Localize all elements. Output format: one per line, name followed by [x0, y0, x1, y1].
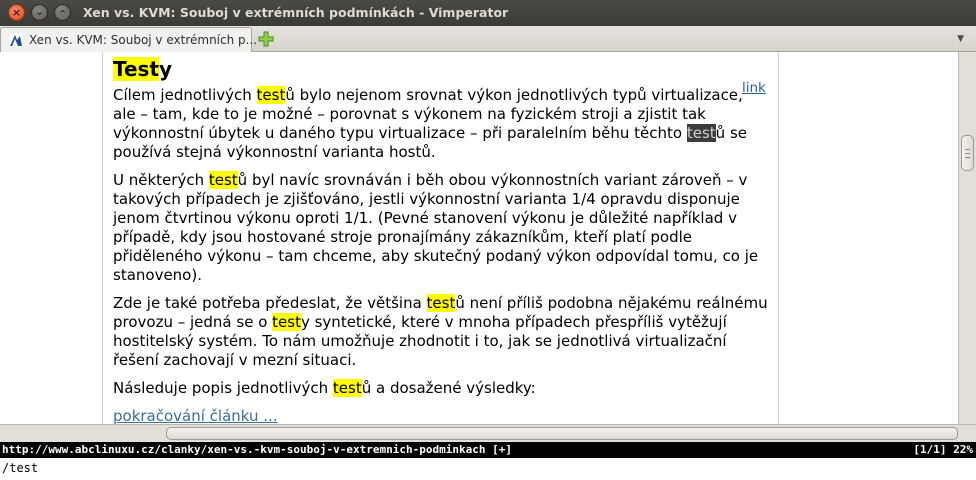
maximize-icon: ⌃ — [57, 7, 68, 21]
search-match: test — [256, 86, 286, 104]
vertical-scroll-thumb[interactable] — [961, 135, 974, 171]
paragraph-2: U některých testů byl navíc srovnáván i … — [113, 171, 759, 284]
tab-bar: Xen vs. KVM: Souboj v extrémních p... ▼ — [0, 26, 976, 52]
close-icon: × — [11, 6, 22, 19]
window-minimize-button[interactable]: ⌄ — [31, 4, 48, 21]
left-column — [0, 52, 103, 424]
tab-label: Xen vs. KVM: Souboj v extrémních p... — [29, 33, 258, 47]
section-heading: Testy — [113, 57, 173, 81]
continue-reading-link[interactable]: pokračování článku ... — [113, 407, 278, 425]
active-search-match: test — [686, 124, 716, 142]
window-close-button[interactable]: × — [8, 4, 25, 21]
command-line[interactable]: /test — [0, 458, 976, 480]
section-anchor-link[interactable]: link — [742, 80, 766, 96]
new-tab-button[interactable] — [256, 29, 276, 49]
status-line: http://www.abclinuxu.cz/clanky/xen-vs.-k… — [0, 442, 976, 458]
window-maximize-button[interactable]: ⌃ — [54, 4, 71, 21]
status-position: [1/1] 22% — [913, 443, 973, 456]
grip-line — [965, 157, 970, 158]
tab-scroll-right-icon[interactable]: ▼ — [957, 34, 964, 44]
grip-line — [965, 153, 970, 154]
tab-active[interactable]: Xen vs. KVM: Souboj v extrémních p... — [0, 27, 257, 52]
search-match: test — [426, 294, 456, 312]
new-tab-plus-icon — [258, 31, 274, 47]
search-match: test — [208, 171, 238, 189]
status-url: http://www.abclinuxu.cz/clanky/xen-vs.-k… — [2, 443, 512, 456]
minimize-icon: ⌄ — [34, 4, 45, 18]
horizontal-scroll-thumb[interactable] — [166, 427, 958, 440]
horizontal-scrollbar[interactable] — [0, 424, 976, 442]
command-input[interactable]: /test — [2, 458, 38, 478]
window-title: Xen vs. KVM: Souboj v extrémních podmínk… — [83, 5, 509, 20]
search-match: test — [272, 313, 301, 331]
paragraph-4: Následuje popis jednotlivých testů a dos… — [113, 379, 536, 397]
search-match: test — [332, 379, 362, 397]
article-body: Testy Cílem jednotlivých testů bylo neje… — [113, 56, 768, 435]
grip-line — [965, 149, 970, 150]
search-match: Test — [113, 57, 160, 81]
site-favicon — [9, 33, 23, 47]
vertical-scrollbar[interactable] — [958, 52, 976, 424]
paragraph-3: Zde je také potřeba předeslat, že většin… — [113, 294, 768, 369]
page-viewport: Testy Cílem jednotlivých testů bylo neje… — [0, 52, 958, 425]
right-column — [778, 52, 958, 424]
paragraph-1: Cílem jednotlivých testů bylo nejenom sr… — [113, 86, 747, 161]
window-titlebar: × ⌄ ⌃ Xen vs. KVM: Souboj v extrémních p… — [0, 0, 976, 26]
